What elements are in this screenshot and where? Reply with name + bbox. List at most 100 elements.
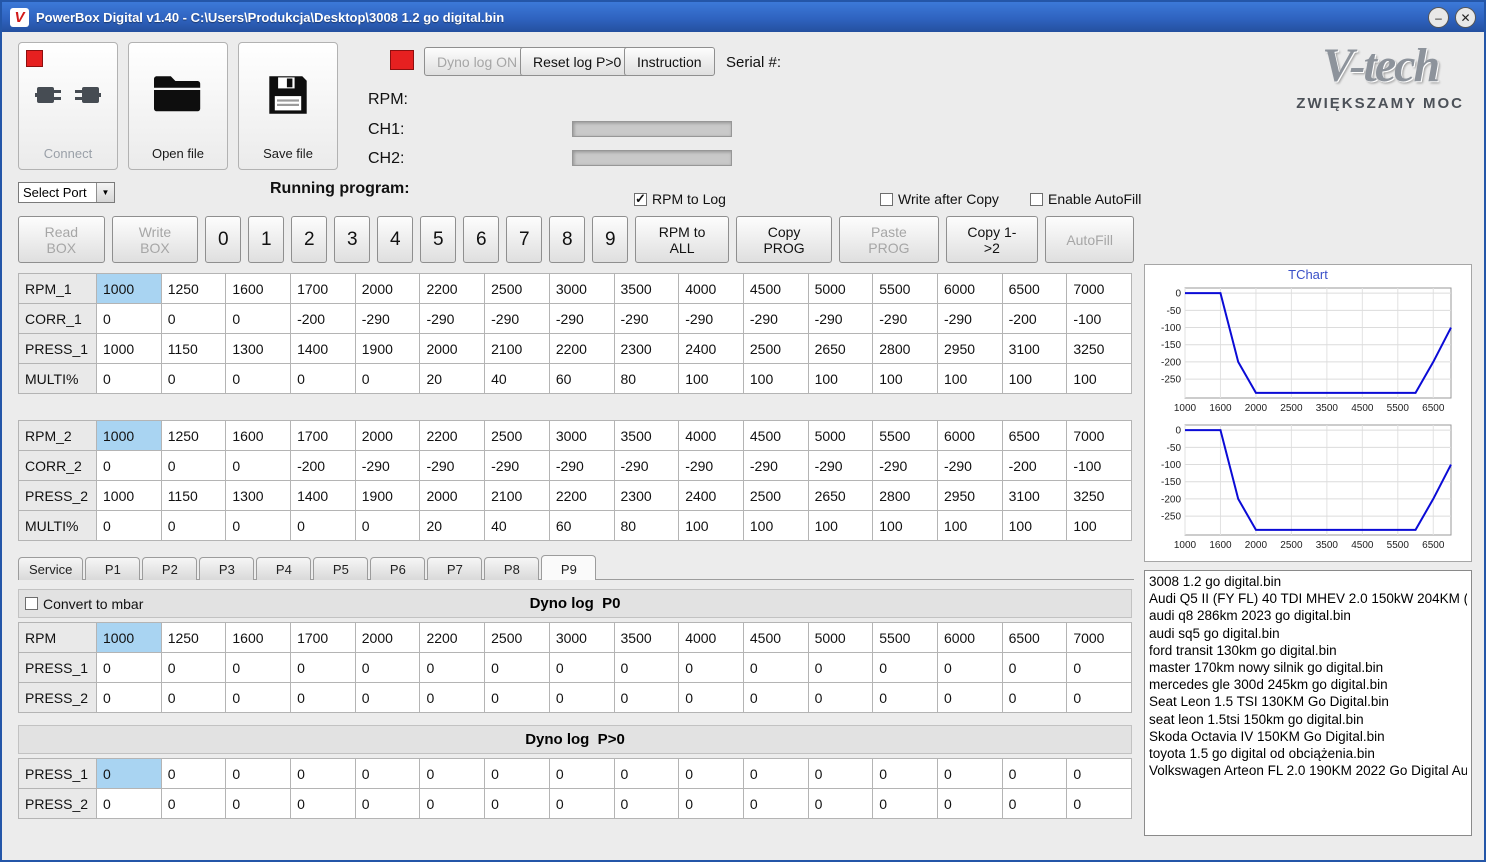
tab-p4[interactable]: P4 (256, 557, 312, 580)
grid-cell[interactable]: 2800 (872, 480, 938, 511)
grid-cell[interactable]: 4000 (678, 273, 744, 304)
grid-cell[interactable]: 100 (807, 363, 874, 394)
grid-cell[interactable]: 0 (160, 788, 227, 819)
paste-prog-button[interactable]: Paste PROG (839, 216, 939, 263)
file-list-item[interactable]: Audi Q5 II (FY FL) 40 TDI MHEV 2.0 150kW… (1149, 590, 1467, 607)
grid-cell[interactable]: 100 (742, 363, 809, 394)
grid-cell[interactable]: 0 (225, 758, 292, 789)
grid-cell[interactable]: 1600 (225, 622, 292, 653)
grid-cell[interactable]: 0 (936, 652, 1003, 683)
program-digit-button-7[interactable]: 7 (506, 216, 543, 263)
grid-cell[interactable]: 1000 (96, 622, 162, 653)
file-list-item[interactable]: audi sq5 go digital.bin (1149, 625, 1467, 642)
tab-p1[interactable]: P1 (85, 557, 141, 580)
grid-cell[interactable]: 1150 (160, 480, 227, 511)
grid-cell[interactable]: 100 (936, 510, 1003, 541)
grid-cell[interactable]: 0 (484, 788, 550, 819)
grid-cell[interactable]: 0 (96, 682, 162, 713)
grid-cell[interactable]: 0 (160, 652, 227, 683)
grid-cell[interactable]: 0 (872, 788, 938, 819)
grid-cell[interactable]: 0 (936, 758, 1003, 789)
grid-cell[interactable]: 5500 (872, 273, 938, 304)
grid-cell[interactable]: -290 (742, 450, 809, 481)
grid-cell[interactable]: 0 (872, 682, 938, 713)
grid-cell[interactable]: 2000 (419, 333, 486, 364)
grid-cell[interactable]: 1250 (160, 622, 227, 653)
grid-cell[interactable]: 6000 (936, 420, 1003, 451)
open-file-button[interactable]: Open file (128, 42, 228, 170)
grid-cell[interactable]: 1700 (290, 273, 356, 304)
grid-cell[interactable]: -290 (742, 303, 809, 334)
grid-cell[interactable]: 0 (225, 788, 292, 819)
grid-cell[interactable]: -290 (354, 450, 421, 481)
grid-cell[interactable]: 0 (742, 682, 809, 713)
grid-cell[interactable]: -200 (1001, 450, 1068, 481)
grid-cell[interactable]: 100 (807, 510, 874, 541)
grid-cell[interactable]: -290 (613, 303, 680, 334)
grid-cell[interactable]: 2500 (484, 622, 550, 653)
grid-cell[interactable]: 2500 (484, 420, 550, 451)
grid-cell[interactable]: -290 (807, 450, 874, 481)
grid-cell[interactable]: 1400 (290, 333, 356, 364)
write-after-copy-checkbox[interactable]: Write after Copy (880, 191, 999, 207)
file-list-item[interactable]: Skoda Octavia IV 150KM Go Digital.bin (1149, 728, 1467, 745)
file-list-item[interactable]: ford transit 130km go digital.bin (1149, 642, 1467, 659)
grid-cell[interactable]: 0 (1066, 758, 1132, 789)
grid-cell[interactable]: 0 (160, 682, 227, 713)
connect-button[interactable]: Connect (18, 42, 118, 170)
grid-cell[interactable]: 0 (96, 510, 162, 541)
grid-cell[interactable]: 0 (742, 652, 809, 683)
tab-service[interactable]: Service (18, 557, 84, 580)
grid-cell[interactable]: 1250 (160, 273, 227, 304)
grid-cell[interactable]: 2500 (484, 273, 550, 304)
grid-cell[interactable]: 3000 (548, 420, 615, 451)
grid-cell[interactable]: 5500 (872, 622, 938, 653)
file-list-item[interactable]: seat leon 1.5tsi 150km go digital.bin (1149, 711, 1467, 728)
grid-cell[interactable]: 100 (1001, 510, 1068, 541)
grid-cell[interactable]: 5500 (872, 420, 938, 451)
grid-cell[interactable]: 7000 (1066, 420, 1132, 451)
grid-cell[interactable]: 6500 (1001, 273, 1068, 304)
grid-cell[interactable]: 5000 (807, 622, 874, 653)
grid-cell[interactable]: 0 (225, 363, 292, 394)
grid-cell[interactable]: 0 (225, 652, 292, 683)
grid-cell[interactable]: 0 (548, 682, 615, 713)
grid-cell[interactable]: -200 (290, 303, 356, 334)
file-list-item[interactable]: mercedes gle 300d 245km go digital.bin (1149, 676, 1467, 693)
grid-cell[interactable]: -290 (678, 450, 744, 481)
grid-cell[interactable]: -290 (548, 450, 615, 481)
grid-cell[interactable]: 2950 (936, 333, 1003, 364)
grid-cell[interactable]: -200 (290, 450, 356, 481)
grid-cell[interactable]: 3500 (613, 622, 680, 653)
grid-cell[interactable]: 0 (354, 682, 421, 713)
grid-cell[interactable]: 0 (807, 652, 874, 683)
file-list-item[interactable]: master 170km nowy silnik go digital.bin (1149, 659, 1467, 676)
grid-cell[interactable]: 4000 (678, 420, 744, 451)
grid-cell[interactable]: 1250 (160, 420, 227, 451)
grid-cell[interactable]: 0 (1001, 652, 1068, 683)
grid-cell[interactable]: -290 (613, 450, 680, 481)
save-file-button[interactable]: Save file (238, 42, 338, 170)
grid-cell[interactable]: 0 (354, 788, 421, 819)
grid-cell[interactable]: 0 (290, 788, 356, 819)
grid-cell[interactable]: 5000 (807, 273, 874, 304)
chevron-down-icon[interactable]: ▼ (96, 183, 114, 202)
grid-cell[interactable]: 5000 (807, 420, 874, 451)
grid-cell[interactable]: 0 (1066, 682, 1132, 713)
grid-cell[interactable]: 0 (1001, 788, 1068, 819)
copy-prog-button[interactable]: Copy PROG (735, 216, 833, 263)
grid-cell[interactable]: 100 (936, 363, 1003, 394)
grid-cell[interactable]: 2500 (742, 333, 809, 364)
grid-cell[interactable]: 1900 (354, 480, 421, 511)
grid-cell[interactable]: 0 (96, 758, 162, 789)
program-digit-button-2[interactable]: 2 (291, 216, 328, 263)
program-digit-button-3[interactable]: 3 (334, 216, 371, 263)
grid-cell[interactable]: 0 (807, 758, 874, 789)
grid-cell[interactable]: 2200 (419, 622, 486, 653)
close-button[interactable]: ✕ (1455, 6, 1476, 28)
grid-cell[interactable]: -290 (807, 303, 874, 334)
title-bar[interactable]: V PowerBox Digital v1.40 - C:\Users\Prod… (2, 2, 1484, 32)
grid-cell[interactable]: 100 (1001, 363, 1068, 394)
grid-cell[interactable]: 0 (678, 788, 744, 819)
grid-cell[interactable]: 0 (548, 758, 615, 789)
